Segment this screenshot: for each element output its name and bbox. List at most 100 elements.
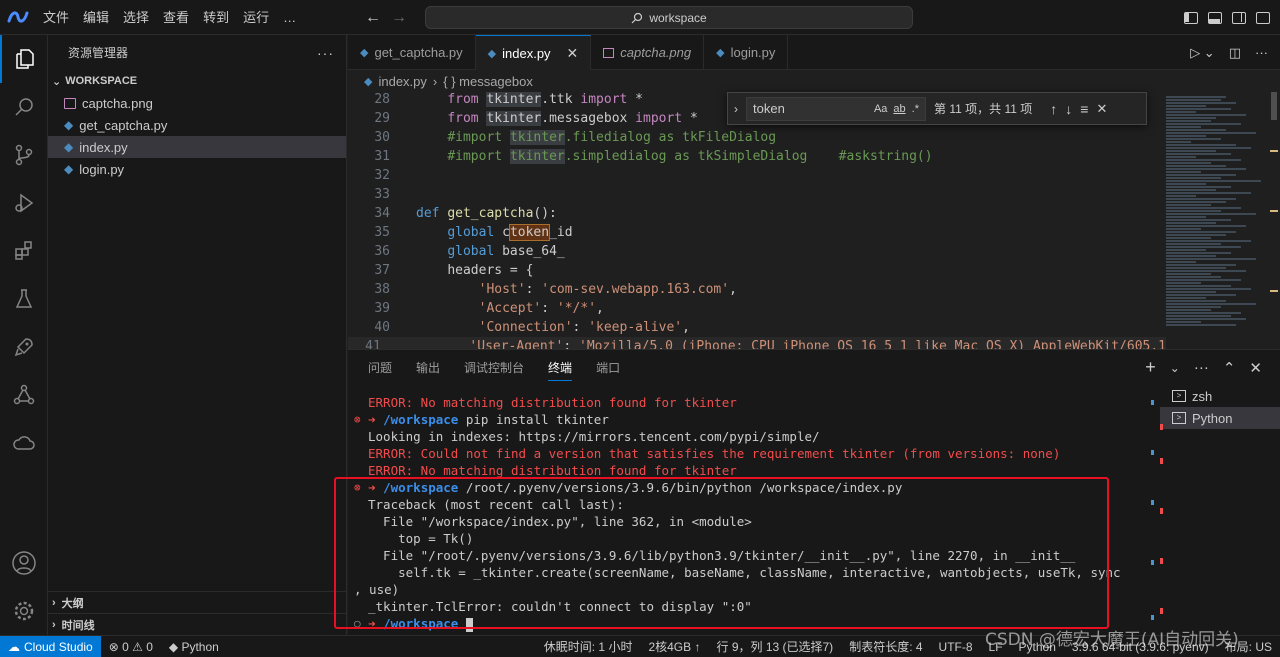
encoding[interactable]: UTF-8 (931, 640, 981, 654)
toggle-panel-icon[interactable] (1208, 11, 1222, 24)
find-input[interactable]: token Aa ab .* (746, 96, 926, 121)
explorer-icon[interactable] (0, 35, 48, 83)
sleep-time[interactable]: 休眠时间: 1 小时 (536, 638, 641, 655)
python-file-icon: ◆ (64, 162, 74, 176)
editor-scrollbar[interactable] (1268, 90, 1280, 349)
file-item-login-py[interactable]: ◆ login.py (48, 158, 346, 180)
code-token: , (682, 320, 690, 335)
tab-size[interactable]: 制表符长度: 4 (841, 638, 930, 655)
match-highlight: tkinter (509, 130, 565, 145)
menu-view[interactable]: 查看 (156, 0, 196, 35)
line-number: 41 (365, 339, 381, 349)
menu-edit[interactable]: 编辑 (76, 0, 116, 35)
workspace-label: WORKSPACE (65, 75, 138, 87)
menu-go[interactable]: 转到 (196, 0, 236, 35)
breadcrumb-file[interactable]: index.py (378, 74, 426, 89)
prompt-arrow: ➜ (368, 412, 376, 427)
menu-selection[interactable]: 选择 (116, 0, 156, 35)
terminal-item-python[interactable]: > Python (1160, 407, 1280, 429)
menu-more[interactable]: … (276, 0, 303, 35)
toggle-sidebar-icon[interactable] (1184, 11, 1198, 24)
next-match-arrow-icon[interactable]: ↓ (1065, 101, 1072, 117)
close-icon[interactable]: ✕ (1096, 101, 1107, 117)
tab-captcha-png[interactable]: captcha.png (591, 35, 705, 70)
command-center[interactable]: workspace (425, 6, 913, 29)
outline-section-header[interactable]: › 大纲 (48, 591, 347, 613)
close-icon[interactable]: ✕ (567, 45, 579, 62)
testing-flask-icon[interactable] (0, 275, 48, 323)
find-in-selection-icon[interactable]: ≡ (1080, 101, 1088, 117)
string: 'keep-alive' (588, 320, 683, 335)
split-editor-icon[interactable]: ◫ (1229, 45, 1241, 61)
workspace-section-header[interactable]: ⌄ WORKSPACE (48, 70, 346, 92)
more-actions-icon[interactable]: ··· (317, 45, 334, 61)
machine-spec[interactable]: 2核4GB ↑ (640, 638, 708, 655)
file-item-captcha-png[interactable]: captcha.png (48, 92, 346, 114)
match-case-toggle[interactable]: Aa (874, 103, 887, 115)
timeline-section-header[interactable]: › 时间线 (48, 613, 347, 635)
code-token: base_64_ (502, 244, 565, 259)
terminal-dropdown-chevron-icon[interactable]: ⌄ (1170, 361, 1180, 375)
regex-toggle[interactable]: .* (912, 103, 919, 115)
problems-count[interactable]: ⊗ 0 ⚠ 0 (101, 640, 161, 654)
tab-index-py[interactable]: ◆ index.py ✕ (475, 35, 592, 70)
cursor-position[interactable]: 行 9，列 13 (已选择7) (708, 638, 841, 655)
menu-file[interactable]: 文件 (36, 0, 76, 35)
match-highlight: tkinter (509, 149, 565, 164)
find-input-value: token (753, 101, 785, 116)
cloud-icon[interactable] (0, 419, 48, 467)
tab-problems[interactable]: 问题 (368, 359, 392, 376)
python-language-status[interactable]: ◆ Python (161, 640, 227, 654)
tab-ports[interactable]: 端口 (596, 359, 620, 376)
customize-layout-icon[interactable] (1256, 11, 1270, 24)
prompt-path: /workspace (383, 412, 459, 427)
file-label: index.py (79, 139, 128, 155)
search-icon[interactable] (0, 83, 48, 131)
terminal-scrollbar[interactable] (1151, 390, 1154, 630)
new-terminal-plus-icon[interactable]: + (1145, 357, 1156, 378)
more-actions-icon[interactable]: ··· (1255, 45, 1268, 60)
forward-arrow-icon[interactable]: → (391, 9, 407, 27)
file-item-index-py[interactable]: ◆ index.py (48, 136, 346, 158)
nav-arrows: ← → (365, 0, 407, 35)
string: 'Connection' (478, 320, 573, 335)
code-token: * (627, 92, 644, 107)
tab-login-py[interactable]: ◆ login.py (704, 35, 789, 70)
remote-indicator[interactable]: ☁ Cloud Studio (0, 635, 101, 657)
terminal-item-zsh[interactable]: > zsh (1160, 385, 1280, 407)
line-number: 40 (374, 320, 390, 335)
close-panel-icon[interactable]: ✕ (1249, 359, 1262, 377)
tab-debug-console[interactable]: 调试控制台 (464, 359, 524, 376)
network-nodes-icon[interactable] (0, 371, 48, 419)
maximize-panel-chevron-icon[interactable]: ⌃ (1223, 359, 1236, 377)
account-icon[interactable] (0, 539, 48, 587)
line-number: 33 (374, 187, 390, 202)
tab-output[interactable]: 输出 (416, 359, 440, 376)
tab-terminal[interactable]: 终端 (548, 359, 573, 381)
toggle-secondary-sidebar-icon[interactable] (1232, 11, 1246, 24)
rocket-icon[interactable] (0, 323, 48, 371)
back-arrow-icon[interactable]: ← (365, 9, 381, 27)
file-item-get-captcha-py[interactable]: ◆ get_captcha.py (48, 114, 346, 136)
settings-gear-icon[interactable] (0, 587, 48, 635)
line-number: 39 (374, 301, 390, 316)
menu-run[interactable]: 运行 (236, 0, 276, 35)
breadcrumb-symbol[interactable]: { } messagebox (443, 74, 533, 89)
tab-get-captcha-py[interactable]: ◆ get_captcha.py (348, 35, 476, 70)
toggle-replace-chevron-icon[interactable]: › (734, 102, 738, 116)
source-control-icon[interactable] (0, 131, 48, 179)
previous-match-arrow-icon[interactable]: ↑ (1050, 101, 1057, 117)
command-center-label: workspace (649, 10, 707, 25)
tab-label: index.py (502, 45, 551, 61)
run-file-icon[interactable]: ▷ ⌄ (1190, 45, 1215, 61)
extensions-icon[interactable] (0, 227, 48, 275)
terminal-list: > zsh > Python (1160, 385, 1280, 635)
line-number: 37 (374, 263, 390, 278)
keyword: global (447, 225, 503, 240)
more-actions-icon[interactable]: ··· (1194, 359, 1209, 376)
code-token: : (525, 282, 542, 297)
minimap[interactable] (1166, 90, 1266, 349)
code-editor[interactable]: 28 from tkinter.ttk import * 29 from tki… (348, 90, 1166, 349)
match-whole-word-toggle[interactable]: ab (893, 103, 905, 115)
run-debug-icon[interactable] (0, 179, 48, 227)
